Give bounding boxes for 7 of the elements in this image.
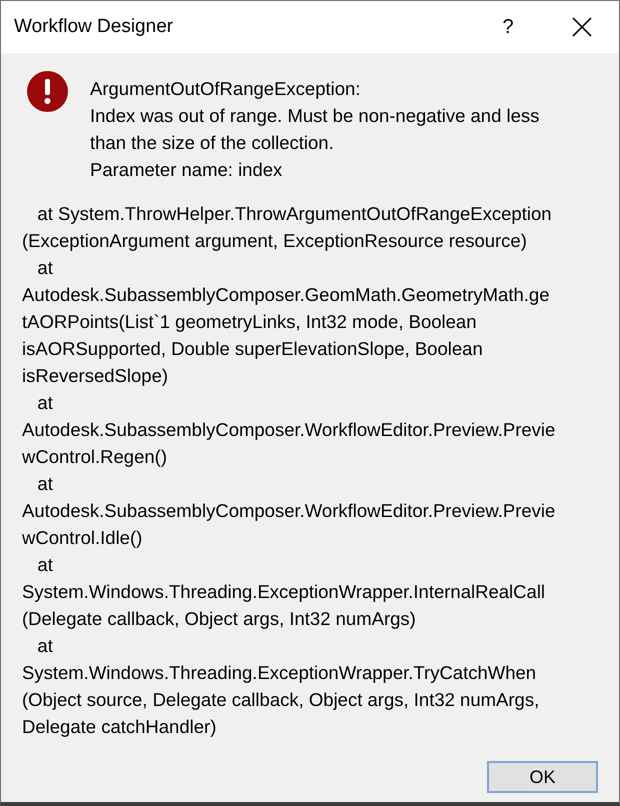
ok-button[interactable]: OK — [487, 761, 598, 793]
error-message: ArgumentOutOfRangeException: Index was out of range. Must be non-negative and less than the size of the collection. Parameter name: index — [90, 77, 540, 182]
window-title: Workflow Designer — [14, 14, 174, 39]
help-button[interactable]: ? — [483, 7, 533, 47]
stack-trace-text: at System.ThrowHelper.ThrowArgumentOutOfRangeException (ExceptionArgument argument, ExceptionResource resource) at Autodesk.SubassemblyComposer.GeomMath.GeometryMath.ge tAORPoints(List`1 geometryLinks, Int32 mode, Boolean isAORSupported, Double superElevationSlope, Boolean isReversedSlope) at Autodesk.SubassemblyComposer.WorkflowEditor.Preview.Previe wControl.Regen() at Autodesk.SubassemblyComposer.WorkflowEditor.Preview.Previe wControl.Idle() at System.Windows.Threading.ExceptionWrapper.InternalRealCall (Delegate callback, Object args, Int32 numArgs) at System.Windows.Threading.ExceptionWrapper.TryCatchWhen (Object source, Delegate callback, Object args, Int32 numArgs, Delegate catchHandler) — [22, 202, 556, 739]
error-icon — [27, 71, 68, 112]
close-icon — [572, 17, 592, 37]
